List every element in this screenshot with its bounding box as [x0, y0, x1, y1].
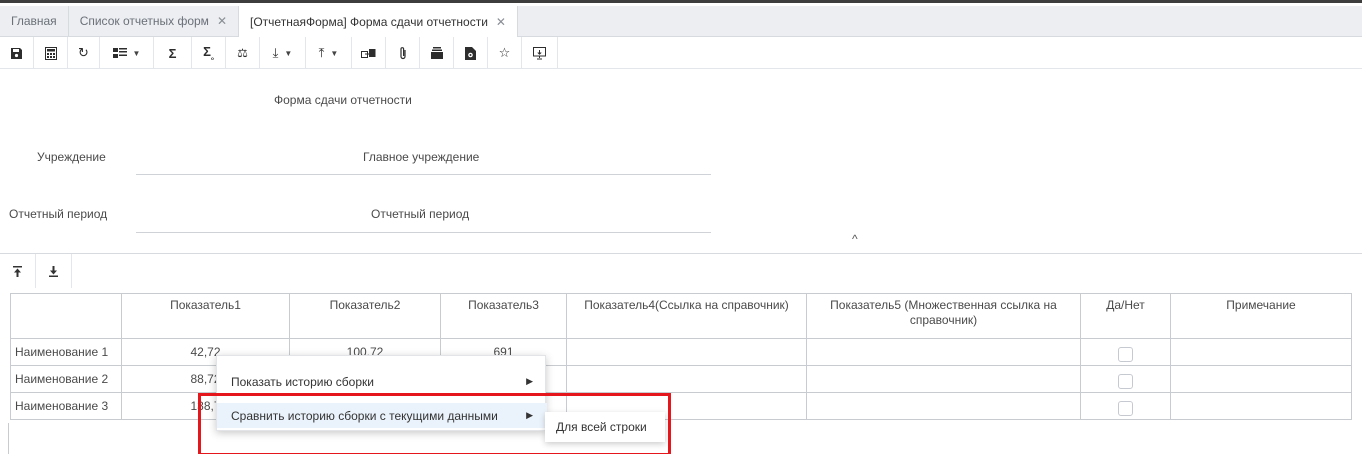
context-menu: Показать историю сборки ▶ Сравнить истор…: [216, 355, 547, 431]
chevron-up-icon[interactable]: ^: [852, 232, 858, 246]
download-dropdown[interactable]: ⤓ ▼: [260, 37, 306, 69]
attach-icon: [399, 47, 406, 60]
table-cell[interactable]: [566, 338, 807, 366]
submenu-item-whole-row[interactable]: Для всей строки: [545, 412, 665, 442]
transfer-icon: [361, 48, 376, 58]
table-cell[interactable]: [566, 365, 807, 393]
favorite-button[interactable]: ☆: [488, 37, 522, 69]
refresh-icon: ↻: [78, 45, 89, 60]
caret-right-icon: ▶: [526, 376, 533, 386]
column-header[interactable]: Показатель1: [121, 293, 290, 339]
table-cell[interactable]: [1170, 338, 1352, 366]
table-cell[interactable]: [806, 365, 1081, 393]
tab-label: [ОтчетнаяФорма] Форма сдачи отчетности: [250, 14, 488, 29]
menu-item-label: Показать историю сборки: [231, 374, 374, 389]
archive-icon: [430, 47, 443, 59]
menu-item-show-build-history[interactable]: Показать историю сборки ▶: [217, 369, 547, 394]
save-icon: [11, 47, 22, 59]
column-header[interactable]: [10, 293, 122, 339]
main-toolbar: ↻ ▼ Σ Σₒ ⚖ ⤓ ▼ ⤒ ▼ ☆: [0, 37, 1362, 69]
menu-item-label: Сравнить историю сборки с текущими данны…: [231, 408, 498, 423]
yes-no-cell: [1080, 338, 1171, 366]
move-bottom-icon: [49, 265, 58, 277]
menu-item-compare-build-history[interactable]: Сравнить историю сборки с текущими данны…: [217, 403, 547, 428]
table-toolbar: [0, 254, 72, 288]
tab-label: Список отчетных форм: [79, 14, 209, 28]
balance-button[interactable]: ⚖: [226, 37, 260, 69]
attach-button[interactable]: [386, 37, 420, 69]
archive-button[interactable]: [420, 37, 454, 69]
form-title: Форма сдачи отчетности: [274, 93, 412, 107]
column-header[interactable]: Показатель2: [289, 293, 441, 339]
chevron-down-icon: ▼: [284, 48, 293, 58]
balance-icon: ⚖: [237, 46, 248, 60]
column-header[interactable]: Показатель5 (Множественная ссылка на спр…: [806, 293, 1081, 339]
app-window: Главная Список отчетных форм ✕ [Отчетная…: [0, 0, 1362, 454]
move-bottom-button[interactable]: [36, 254, 72, 288]
institution-field[interactable]: Главное учреждение: [363, 150, 479, 164]
table-cell[interactable]: [806, 392, 1081, 420]
history-button[interactable]: [454, 37, 488, 69]
table-row[interactable]: Наименование 3 138,7: [10, 392, 1352, 420]
table-row[interactable]: Наименование 1 42,72 100,72 691: [10, 338, 1352, 366]
table-header-row: Показатель1 Показатель2 Показатель3 Пока…: [10, 293, 1352, 339]
checkbox[interactable]: [1118, 400, 1133, 416]
divider: [0, 253, 1362, 254]
column-header[interactable]: Показатель3: [440, 293, 567, 339]
checkbox[interactable]: [1118, 346, 1133, 362]
close-icon[interactable]: ✕: [496, 15, 506, 29]
period-field[interactable]: Отчетный период: [371, 207, 469, 221]
yes-no-cell: [1080, 365, 1171, 393]
sum-sub-icon: Σₒ: [203, 44, 214, 62]
column-header[interactable]: Примечание: [1170, 293, 1352, 339]
sum-sub-button[interactable]: Σₒ: [192, 37, 226, 69]
row-name-cell[interactable]: Наименование 3: [10, 392, 122, 420]
upload-icon: ⤒: [318, 45, 325, 60]
data-table: Показатель1 Показатель2 Показатель3 Пока…: [10, 293, 1352, 420]
tab-label: Главная: [11, 14, 57, 28]
tab-bar: Главная Список отчетных форм ✕ [Отчетная…: [0, 6, 1362, 37]
move-top-icon: [13, 265, 22, 277]
period-label: Отчетный период: [9, 207, 108, 221]
history-icon: [465, 46, 476, 60]
tab-report-list[interactable]: Список отчетных форм ✕: [69, 6, 239, 36]
table-row[interactable]: Наименование 2 88,72: [10, 365, 1352, 393]
calculator-icon: [44, 46, 57, 60]
present-icon: [533, 46, 546, 59]
calculator-button[interactable]: [34, 37, 68, 69]
download-icon: ⤓: [272, 45, 279, 60]
upload-dropdown[interactable]: ⤒ ▼: [306, 37, 352, 69]
chevron-down-icon: ▼: [330, 48, 339, 58]
refresh-button[interactable]: ↻: [68, 37, 100, 69]
save-button[interactable]: [0, 37, 34, 69]
table-left-border: [8, 423, 9, 454]
present-button[interactable]: [522, 37, 558, 69]
checkbox[interactable]: [1118, 373, 1133, 389]
table-cell[interactable]: [1170, 392, 1352, 420]
sum-icon: Σ: [168, 45, 177, 61]
tab-report-form[interactable]: [ОтчетнаяФорма] Форма сдачи отчетности ✕: [239, 6, 518, 37]
yes-no-cell: [1080, 392, 1171, 420]
column-header[interactable]: Показатель4(Ссылка на справочник): [566, 293, 807, 339]
check-list-dropdown[interactable]: ▼: [100, 37, 154, 69]
column-header[interactable]: Да/Нет: [1080, 293, 1171, 339]
menu-item-label: Для всей строки: [556, 420, 647, 434]
table-cell[interactable]: [1170, 365, 1352, 393]
check-list-icon: [112, 48, 127, 58]
transfer-button[interactable]: [352, 37, 386, 69]
row-name-cell[interactable]: Наименование 1: [10, 338, 122, 366]
period-underline: [136, 232, 711, 233]
sum-button[interactable]: Σ: [154, 37, 192, 69]
move-top-button[interactable]: [0, 254, 36, 288]
chevron-down-icon: ▼: [132, 48, 141, 58]
star-icon: ☆: [498, 45, 511, 60]
caret-right-icon: ▶: [526, 410, 533, 420]
institution-label: Учреждение: [37, 150, 106, 164]
close-icon[interactable]: ✕: [217, 14, 227, 28]
row-name-cell[interactable]: Наименование 2: [10, 365, 122, 393]
institution-underline: [136, 174, 711, 175]
tab-home[interactable]: Главная: [0, 6, 69, 36]
table-cell[interactable]: [806, 338, 1081, 366]
